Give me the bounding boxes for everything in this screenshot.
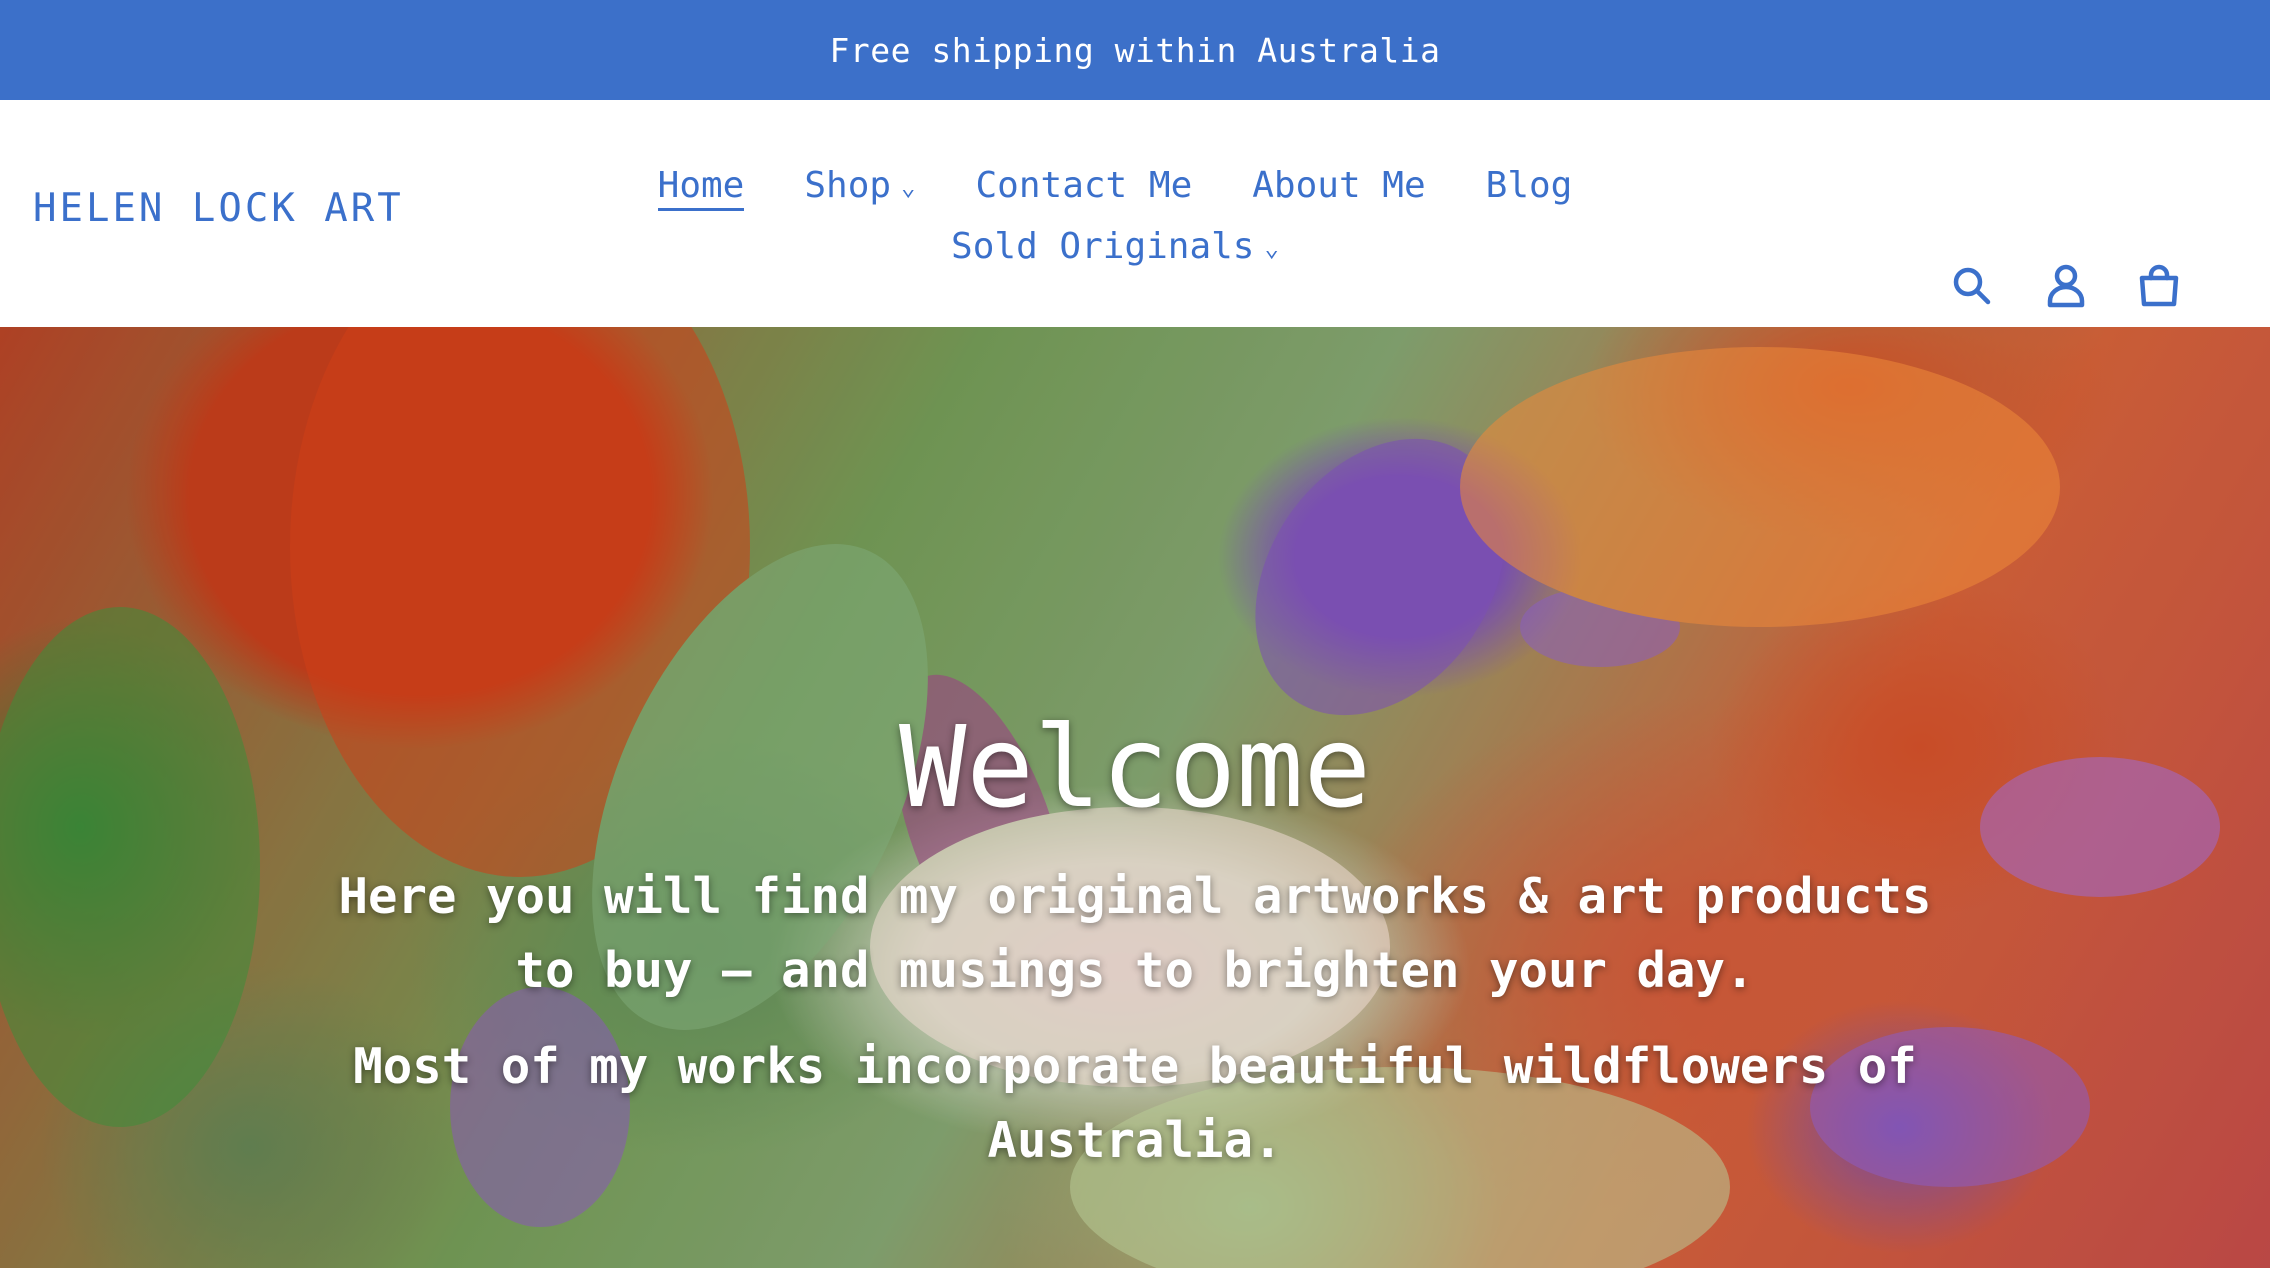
nav-item-label: Contact Me: [975, 165, 1193, 206]
header-icons: [1950, 263, 2180, 309]
hero-text-wildflowers: Most of my works incorporate beautiful w…: [353, 1038, 1917, 1170]
chevron-down-icon: ⌄: [901, 173, 916, 201]
nav-item-label: Blog: [1485, 165, 1573, 206]
nav-item-label: Home: [657, 165, 745, 211]
nav-item-sold-originals[interactable]: Sold Originals ⌄: [921, 217, 1309, 278]
nav-item-label: About Me: [1252, 165, 1426, 206]
nav-item-label: Shop: [804, 165, 892, 206]
hero-banner: Welcome Here you will find my original a…: [0, 327, 2270, 1268]
chevron-down-icon: ⌄: [1264, 234, 1279, 262]
nav-item-shop[interactable]: Shop ⌄: [774, 156, 945, 217]
nav-item-about-me[interactable]: About Me: [1222, 156, 1455, 217]
hero-title: Welcome: [898, 703, 1371, 833]
search-icon[interactable]: [1950, 264, 1994, 308]
nav-item-home[interactable]: Home: [628, 156, 775, 217]
cart-icon[interactable]: [2138, 264, 2180, 308]
site-logo[interactable]: HELEN LOCK ART: [33, 186, 404, 231]
nav-item-blog[interactable]: Blog: [1456, 156, 1603, 217]
hero-content: Welcome Here you will find my original a…: [0, 703, 2270, 1200]
main-nav: Home Shop ⌄ Contact Me About Me Blog Sold…: [620, 156, 1610, 278]
account-icon[interactable]: [2046, 263, 2086, 309]
hero-text-intro: Here you will find my original artworks …: [338, 868, 1932, 1000]
announcement-text: Free shipping within Australia: [829, 30, 1441, 70]
site-header: HELEN LOCK ART Home Shop ⌄ Contact Me Abo…: [0, 100, 2270, 327]
nav-item-label: Sold Originals: [951, 226, 1255, 267]
nav-item-contact-me[interactable]: Contact Me: [946, 156, 1223, 217]
announcement-bar: Free shipping within Australia: [0, 0, 2270, 100]
